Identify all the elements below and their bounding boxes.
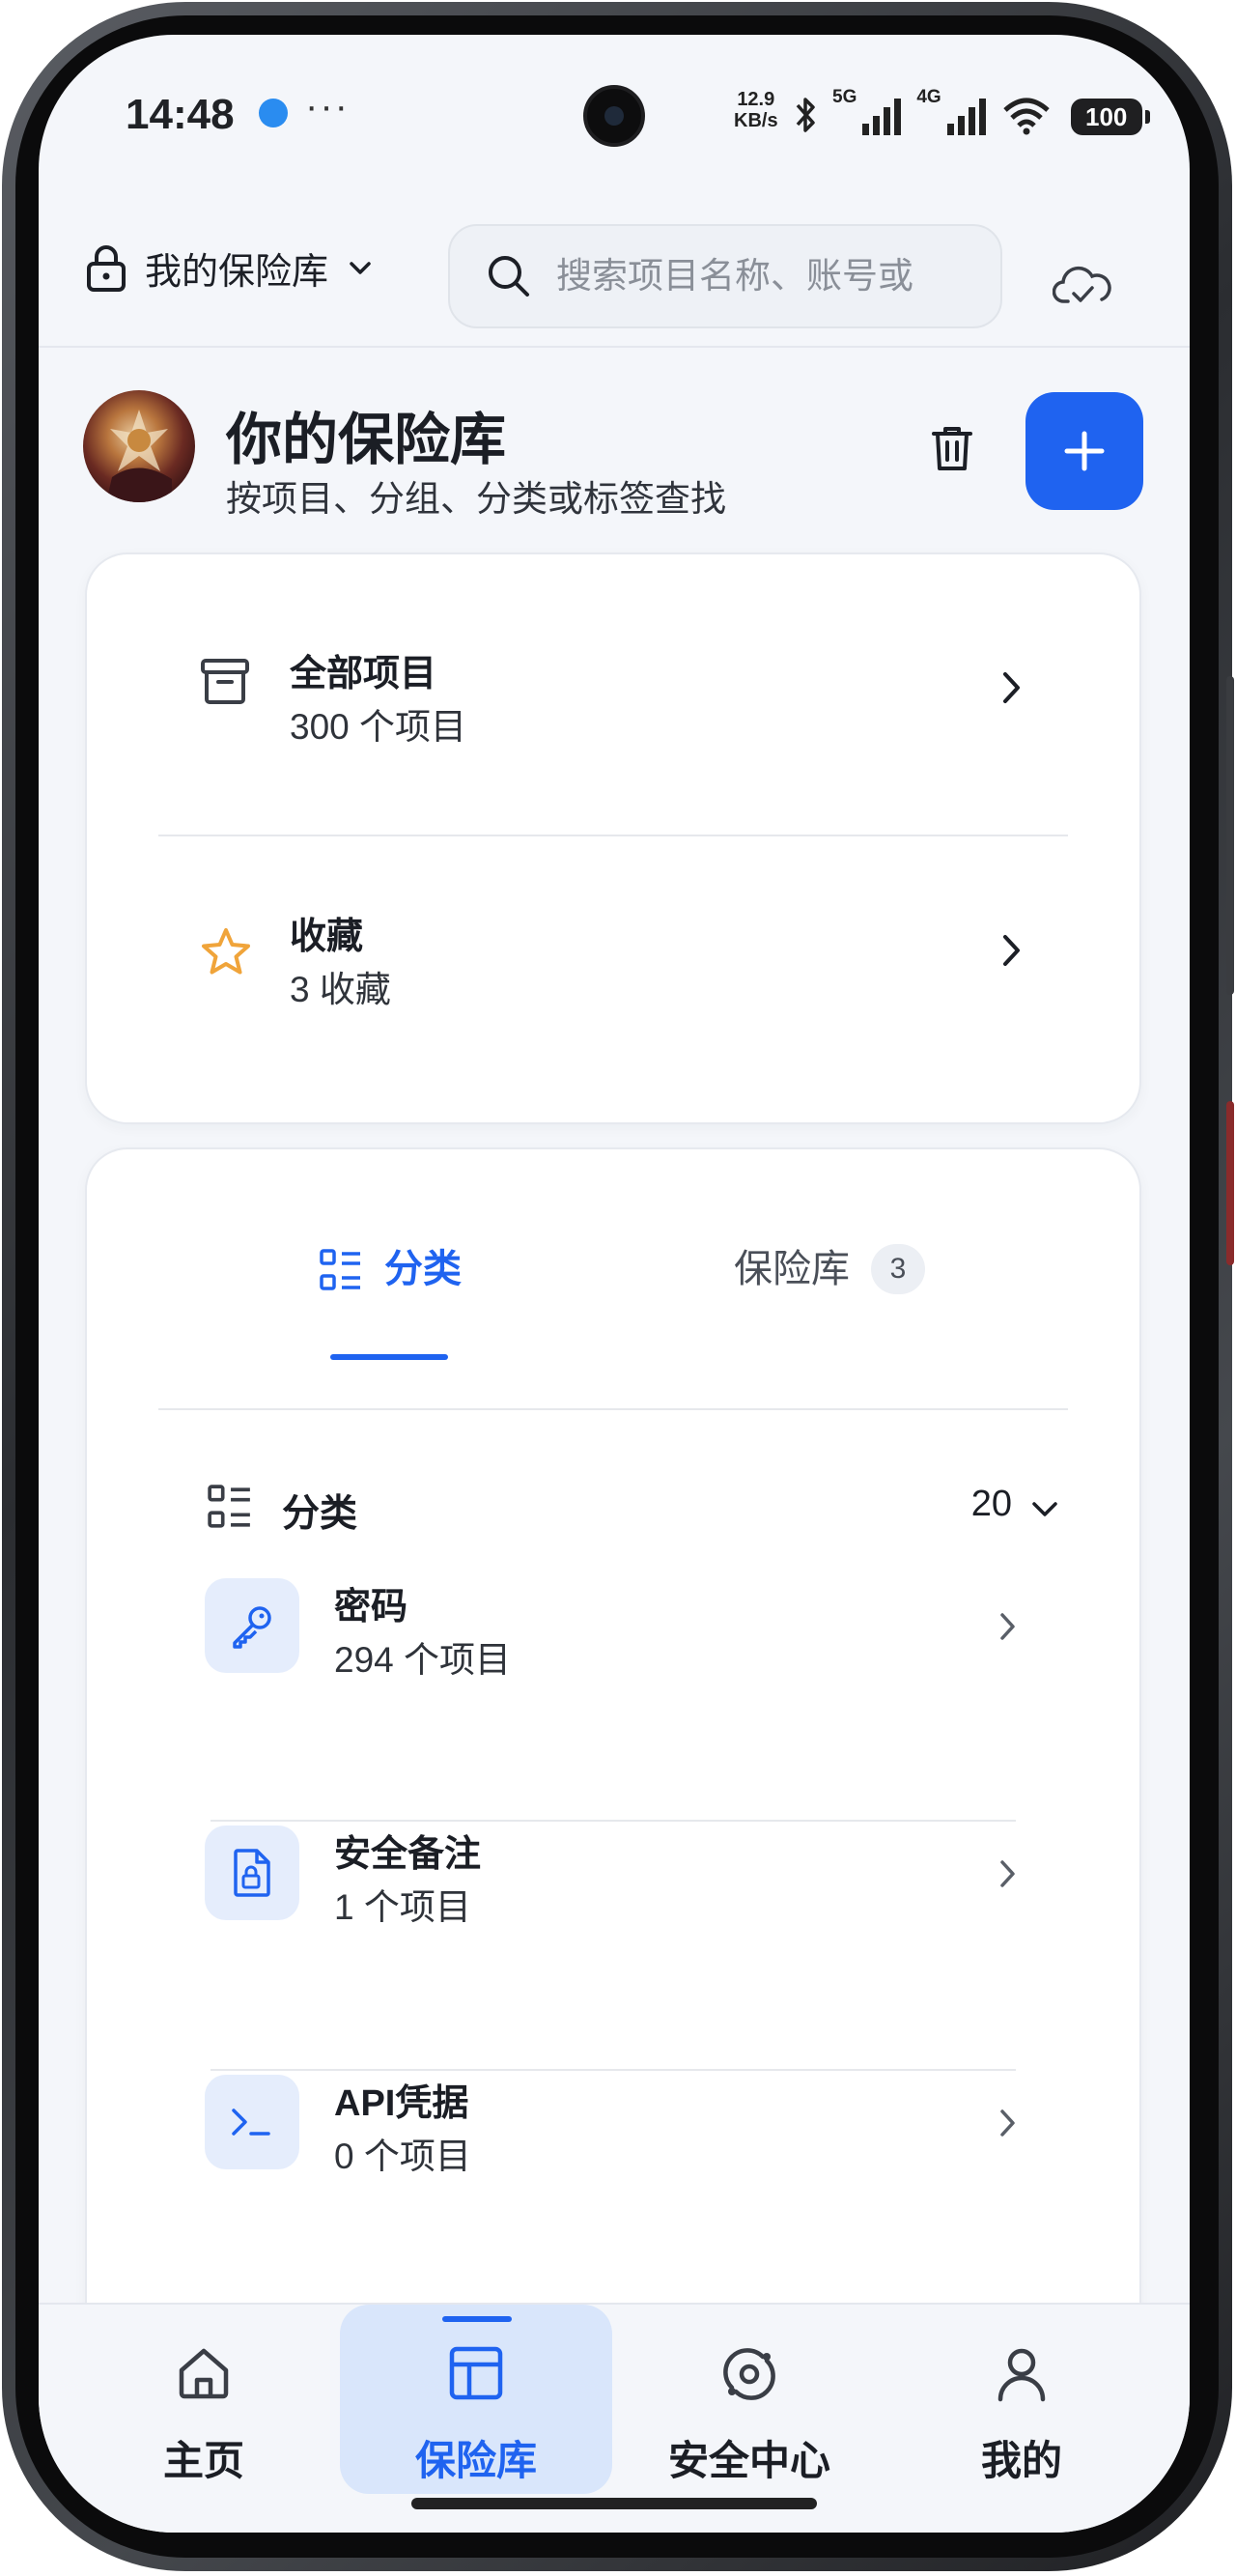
category-list-icon [320, 1249, 360, 1290]
signal-5g-icon [862, 99, 902, 135]
quick-access-card: 全部项目 300 个项目 收藏 3 收藏 [85, 552, 1141, 1124]
network-speed: 12.9 KB/s [734, 89, 778, 131]
wifi-icon [1003, 98, 1050, 135]
archive-icon [201, 659, 249, 704]
favorites-title: 收藏 [290, 917, 364, 957]
network-4g-label: 4G [916, 87, 941, 107]
bluetooth-icon [796, 98, 815, 132]
chevron-right-icon [1000, 1860, 1015, 1887]
chevron-down-icon[interactable] [1027, 1495, 1062, 1524]
nav-vault-label: 保险库 [414, 2438, 537, 2483]
category-row-password[interactable]: 密码 294 个项目 [87, 1555, 1139, 1802]
tab-categories[interactable]: 分类 [319, 1240, 462, 1356]
category-title: 安全备注 [334, 1834, 482, 1875]
search-icon [489, 256, 529, 297]
vault-icon [449, 2346, 503, 2400]
plus-icon [1064, 431, 1105, 471]
profile-icon [997, 2348, 1046, 2402]
nav-home[interactable]: 主页 [68, 2305, 340, 2494]
status-icons: 5G 4G 100 [792, 87, 1150, 135]
all-items-row[interactable]: 全部项目 300 个项目 [87, 554, 1139, 815]
divider [158, 835, 1068, 836]
terminal-icon [232, 2109, 270, 2136]
view-tabs: 分类 保险库 3 [87, 1149, 1139, 1412]
nav-active-indicator [442, 2316, 512, 2322]
avatar[interactable] [83, 390, 195, 502]
category-section-title: 分类 [282, 1493, 358, 1535]
nav-profile-label: 我的 [980, 2438, 1062, 2483]
status-time: 14:48 [126, 91, 235, 138]
category-count-text: 0 个项目 [334, 2137, 471, 2176]
notification-app-icon [259, 99, 288, 127]
screen: 14:48 ··· 12.9 KB/s 5G 4G 100 我的保险库 搜索项目… [39, 35, 1190, 2533]
security-center-icon [723, 2348, 775, 2400]
all-items-count: 300 个项目 [290, 707, 467, 747]
category-title: API凭据 [334, 2083, 469, 2124]
avatar-image [106, 410, 172, 502]
page-subtitle: 按项目、分组、分类或标签查找 [226, 479, 726, 519]
battery-indicator: 100 [1070, 99, 1150, 135]
trash-icon [932, 427, 972, 470]
all-items-title: 全部项目 [290, 654, 437, 694]
category-list-icon [208, 1485, 250, 1528]
cloud-sync-icon [1052, 266, 1111, 303]
category-icon-box [205, 1826, 299, 1920]
nav-profile[interactable]: 我的 [885, 2305, 1158, 2494]
category-count[interactable]: 20 [971, 1484, 1012, 1525]
nav-vault[interactable]: 保险库 [340, 2305, 612, 2494]
lock-icon [87, 244, 126, 292]
home-indicator[interactable] [411, 2498, 817, 2509]
home-icon [179, 2348, 229, 2399]
nav-security-center-label: 安全中心 [667, 2438, 830, 2483]
page-title: 你的保险库 [226, 409, 507, 471]
search-input[interactable] [556, 256, 981, 297]
category-title: 密码 [334, 1587, 408, 1628]
volume-button [1226, 676, 1234, 995]
front-camera [583, 85, 645, 147]
chevron-right-icon [1003, 672, 1020, 703]
chevron-down-icon [350, 261, 371, 274]
tab-vaults-label: 保险库 [734, 1248, 850, 1290]
category-row-secure-note[interactable]: 安全备注 1 个项目 [87, 1802, 1139, 2050]
category-row-api-credentials[interactable]: API凭据 0 个项目 [87, 2052, 1139, 2299]
top-bar: 我的保险库 [39, 189, 1190, 348]
network-speed-unit: KB/s [734, 110, 778, 131]
tab-vaults[interactable]: 保险库 3 [734, 1240, 925, 1356]
trash-button[interactable] [906, 402, 998, 495]
category-count-text: 1 个项目 [334, 1887, 471, 1927]
search-bar[interactable] [448, 224, 1002, 328]
nav-security-center[interactable]: 安全中心 [613, 2305, 885, 2494]
vault-selector[interactable]: 我的保险库 [83, 241, 377, 295]
add-item-button[interactable] [1025, 392, 1143, 510]
status-bar: 14:48 ··· 12.9 KB/s 5G 4G 100 [39, 35, 1190, 189]
chevron-right-icon [1000, 1613, 1015, 1640]
more-notifications-icon: ··· [305, 85, 350, 127]
secure-note-icon [234, 1849, 270, 1897]
vault-selector-label: 我的保险库 [145, 252, 329, 293]
category-count-text: 294 个项目 [334, 1640, 512, 1680]
tab-categories-label: 分类 [384, 1248, 462, 1290]
network-5g-label: 5G [832, 87, 857, 107]
chevron-right-icon [1003, 935, 1020, 966]
category-card: 分类 保险库 3 分类 20 密码 294 个项目 安全备注 1 个项目 API… [85, 1147, 1141, 2326]
favorites-row[interactable]: 收藏 3 收藏 [87, 842, 1139, 1103]
active-tab-indicator [330, 1354, 448, 1360]
vault-header: 你的保险库 按项目、分组、分类或标签查找 [39, 350, 1190, 533]
vault-count-badge: 3 [871, 1244, 925, 1294]
chevron-right-icon [1000, 2109, 1015, 2137]
key-icon [233, 1606, 271, 1649]
favorites-count: 3 收藏 [290, 970, 391, 1009]
tabs-divider [158, 1408, 1068, 1410]
power-button [1226, 1101, 1234, 1265]
category-section-header: 分类 20 [87, 1468, 1139, 1545]
network-speed-value: 12.9 [737, 89, 775, 110]
star-icon [202, 928, 250, 975]
category-icon-box [205, 1578, 299, 1673]
sync-button[interactable] [1052, 259, 1112, 316]
nav-home-label: 主页 [162, 2438, 244, 2483]
signal-4g-icon [946, 99, 986, 135]
category-icon-box [205, 2075, 299, 2169]
